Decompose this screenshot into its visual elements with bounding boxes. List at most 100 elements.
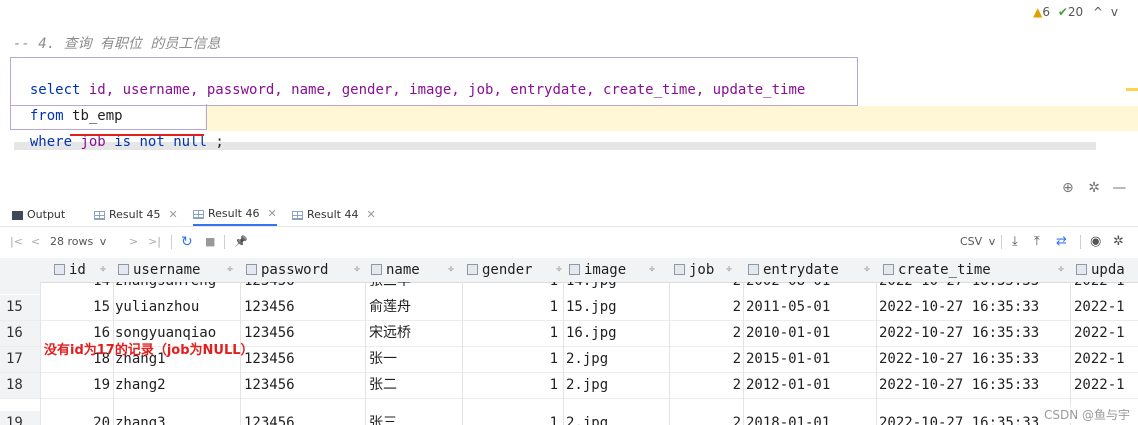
column-header-create-time[interactable]: create_time (883, 258, 991, 282)
minimize-icon[interactable]: — (1112, 180, 1126, 196)
sort-icon[interactable]: ÷ (1058, 258, 1064, 282)
warning-icon: ▲ (1033, 5, 1043, 19)
cell-job: 2 (732, 351, 741, 367)
close-icon[interactable]: ✕ (366, 204, 375, 226)
sort-icon[interactable]: ÷ (556, 258, 562, 282)
column-divider (669, 282, 670, 425)
column-header-gender[interactable]: gender (467, 258, 533, 282)
row-number: 16 (0, 321, 40, 346)
table-row-cut[interactable]: 19 20 zhang3 123456 张三 1 2.jpg 2 2018-01… (0, 399, 1138, 425)
cell-entrydate: 2010-01-01 (746, 325, 831, 341)
gear-icon[interactable]: ✲ (1088, 180, 1100, 196)
tool-window-actions: ⊕ ✲ — (1062, 180, 1126, 196)
sort-icon[interactable]: ÷ (726, 258, 732, 282)
column-header-update-time[interactable]: upda (1076, 258, 1125, 282)
toolbar-separator (1080, 235, 1081, 249)
sort-icon[interactable]: ÷ (864, 258, 870, 282)
cell-image: 2.jpg (566, 377, 609, 393)
sort-icon[interactable]: ÷ (649, 258, 655, 282)
cell-update-time: 2022-1 (1074, 325, 1125, 341)
statement-end: ; (215, 134, 224, 150)
tab-result-46[interactable]: Result 46 ✕ (193, 204, 277, 226)
first-page-button[interactable]: |< (10, 228, 23, 256)
cell-update-time: 2022-1 (1074, 377, 1125, 393)
cell-name: 宋远桥 (369, 325, 411, 341)
tab-result-44[interactable]: Result 44 ✕ (292, 204, 376, 226)
stop-icon[interactable]: ■ (205, 228, 215, 256)
compare-icon[interactable]: ⇄ (1056, 228, 1067, 256)
tab-result-45[interactable]: Result 45 ✕ (94, 204, 178, 226)
chevron-up-icon[interactable]: ^ (1093, 5, 1103, 19)
keyword-is-not: is not (114, 134, 165, 150)
keyword-null: null (173, 134, 207, 150)
column-header-image[interactable]: image (569, 258, 626, 282)
chevron-down-icon: v (99, 235, 107, 248)
table-row[interactable]: 18 19 zhang2 123456 张二 1 2.jpg 2 2012-01… (0, 373, 1138, 399)
next-page-button[interactable]: > (129, 228, 138, 256)
grid-icon (94, 210, 105, 220)
column-header-username[interactable]: username (118, 258, 200, 282)
cell-name: 张一 (369, 351, 397, 367)
page-size-dropdown[interactable]: 28 rows v (50, 228, 106, 256)
column-header-id[interactable]: id (54, 258, 86, 282)
csv-label: CSV (960, 235, 983, 248)
cell-create-time: 2022-10-27 16:35:33 (879, 377, 1040, 393)
pin-icon[interactable]: 📌 (234, 228, 248, 256)
check-icon: ✔ (1057, 5, 1068, 19)
sql-line-select[interactable]: select id, username, password, name, gen… (13, 60, 805, 100)
sort-icon[interactable]: ÷ (227, 258, 233, 282)
tabs-divider (0, 226, 1138, 227)
grid-icon (292, 210, 303, 220)
column-header-password[interactable]: password (246, 258, 328, 282)
inspection-widget[interactable]: ▲6 ✔20 ^ v (1033, 5, 1118, 19)
sort-icon[interactable]: ÷ (448, 258, 454, 282)
settings-icon[interactable]: ✲ (1113, 228, 1124, 256)
result-tabs: Output Result 45 ✕ Result 46 ✕ Result 44… (0, 204, 1138, 226)
row-number: 17 (0, 347, 40, 372)
table-row[interactable]: 15 15 yulianzhou 123456 俞莲舟 1 15.jpg 2 2… (0, 295, 1138, 321)
tab-output-label: Output (27, 208, 66, 221)
close-icon[interactable]: ✕ (267, 203, 276, 225)
rows-count: 28 rows (50, 235, 94, 248)
sort-icon[interactable]: ÷ (100, 258, 106, 282)
tab-result-45-label: Result 45 (109, 208, 161, 221)
cell-gender: 1 (549, 377, 558, 393)
close-icon[interactable]: ✕ (168, 204, 177, 226)
cell-image: 16.jpg (566, 325, 617, 341)
tab-output[interactable]: Output (12, 204, 65, 226)
cell-password: 123456 (244, 299, 295, 315)
cell-gender: 1 (549, 351, 558, 367)
toolbar-separator (171, 235, 172, 249)
cell-job: 2 (732, 325, 741, 341)
column-header-entrydate[interactable]: entrydate (748, 258, 839, 282)
cell-password: 123456 (244, 377, 295, 393)
column-header-name[interactable]: name (371, 258, 420, 282)
export-format-dropdown[interactable]: CSV v (960, 228, 995, 256)
cell-username: zhang2 (115, 377, 166, 393)
last-page-button[interactable]: >| (148, 228, 161, 256)
cell-entrydate: 2011-05-01 (746, 299, 831, 315)
view-icon[interactable]: ◉ (1090, 228, 1101, 256)
where-column: job (80, 134, 106, 150)
cell-create-time: 2022-10-27 16:35:33 (879, 299, 1040, 315)
cell-entrydate: 2012-01-01 (746, 377, 831, 393)
column-divider (876, 282, 877, 425)
sort-icon[interactable]: ÷ (354, 258, 360, 282)
table-row-partial[interactable]: 14 zhangsanfeng 123456 张三丰 1 14.jpg 2 20… (0, 282, 1138, 294)
red-underline (70, 134, 204, 136)
sql-line-where[interactable]: where job is not null ; (13, 112, 224, 152)
ok-count: 20 (1067, 5, 1084, 19)
globe-icon[interactable]: ⊕ (1062, 180, 1074, 196)
cell-name: 俞莲舟 (369, 299, 411, 315)
toolbar-separator (1001, 235, 1002, 249)
upload-icon[interactable]: ⤒ (1034, 228, 1040, 256)
cell-name: 张二 (369, 377, 397, 393)
refresh-icon[interactable]: ↻ (181, 228, 193, 256)
select-columns: id, username, password, name, gender, im… (88, 82, 806, 98)
chevron-down-icon[interactable]: v (1111, 5, 1118, 19)
column-divider (563, 282, 564, 425)
column-header-job[interactable]: job (674, 258, 714, 282)
grid-icon (193, 209, 204, 219)
download-icon[interactable]: ⤓ (1012, 228, 1018, 256)
prev-page-button[interactable]: < (31, 228, 40, 256)
